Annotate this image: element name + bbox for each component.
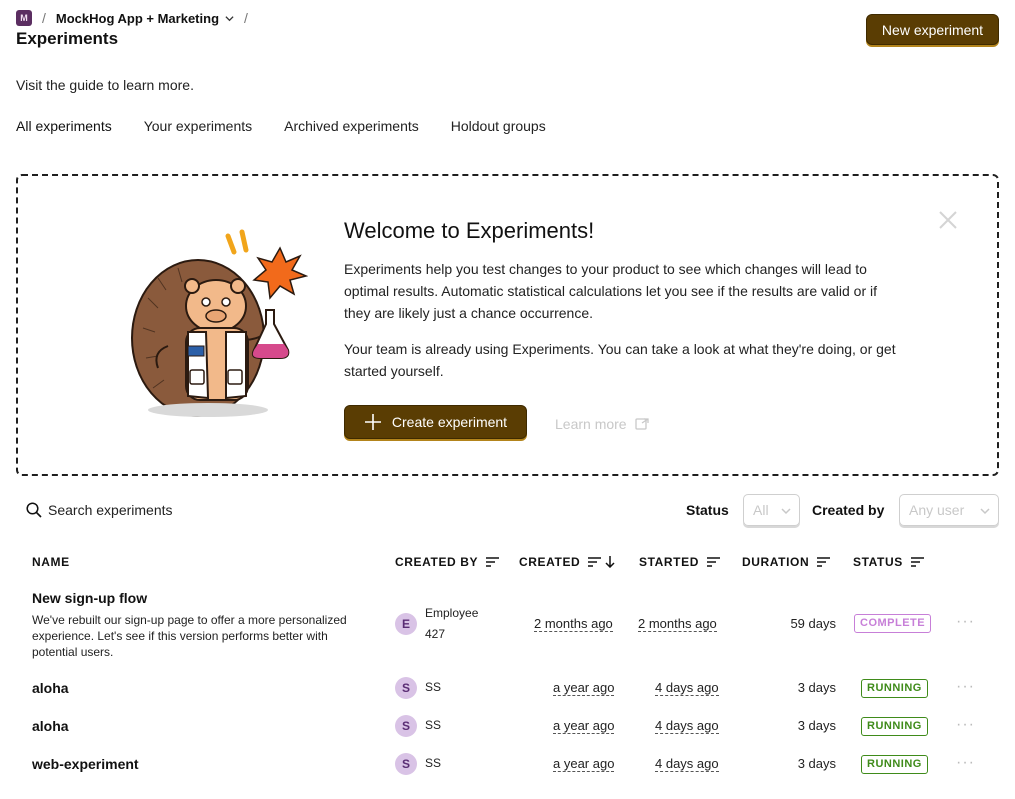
- chevron-down-icon: [980, 508, 990, 515]
- search-input[interactable]: [48, 498, 348, 522]
- table-header: NAME CREATED BY CREATED STARTED DURATION…: [0, 555, 1015, 569]
- welcome-card: Welcome to Experiments! Experiments help…: [16, 174, 999, 476]
- learn-more-link[interactable]: Learn more: [555, 416, 649, 432]
- started-header-label: STARTED: [639, 555, 699, 569]
- more-actions-button[interactable]: ···: [956, 754, 975, 772]
- tab-all-experiments[interactable]: All experiments: [16, 118, 112, 134]
- create-experiment-label: Create experiment: [391, 414, 508, 430]
- column-header-status[interactable]: STATUS: [853, 555, 924, 569]
- created-by-select-value: Any user: [909, 502, 965, 518]
- arrow-down-icon: [605, 556, 615, 568]
- created-date[interactable]: a year ago: [553, 719, 615, 734]
- chevron-down-icon: [781, 508, 791, 515]
- breadcrumb: M / MockHog App + Marketing /: [16, 9, 258, 27]
- project-avatar: M: [16, 10, 32, 26]
- welcome-description: Experiments help you test changes to you…: [344, 261, 878, 321]
- chevron-down-icon: [225, 15, 234, 21]
- project-name: MockHog App + Marketing: [55, 10, 220, 26]
- status-badge: COMPLETE: [854, 614, 932, 633]
- more-actions-button[interactable]: ···: [956, 678, 975, 696]
- experiment-name-link[interactable]: New sign-up flow: [32, 590, 147, 606]
- sort-icon: [910, 557, 924, 567]
- tab-archived-experiments[interactable]: Archived experiments: [284, 118, 419, 134]
- status-badge: RUNNING: [861, 717, 928, 736]
- filter-bar: Status All Created by Any user: [16, 494, 999, 526]
- status-badge: RUNNING: [861, 755, 928, 774]
- sort-icon: [588, 557, 602, 567]
- more-actions-button[interactable]: ···: [956, 613, 975, 631]
- started-date[interactable]: 4 days ago: [655, 719, 719, 734]
- created-by-select[interactable]: Any user: [899, 494, 999, 526]
- welcome-team-note: Your team is already using Experiments. …: [344, 341, 896, 379]
- status-select-value: All: [753, 502, 769, 518]
- status-header-label: STATUS: [853, 555, 903, 569]
- started-date[interactable]: 2 months ago: [638, 617, 717, 632]
- search-icon: [26, 502, 42, 518]
- create-experiment-button[interactable]: Create experiment: [344, 405, 527, 439]
- learn-more-label: Learn more: [555, 416, 627, 432]
- status-select[interactable]: All: [743, 494, 800, 526]
- plus-icon: [364, 414, 381, 430]
- tab-your-experiments[interactable]: Your experiments: [144, 118, 252, 134]
- created-by-filter-label: Created by: [812, 502, 885, 518]
- duration-value: 3 days: [797, 680, 836, 695]
- sort-icon: [706, 557, 720, 567]
- experiment-name-link[interactable]: web-experiment: [32, 756, 139, 772]
- avatar: E: [395, 613, 417, 635]
- duration-header-label: DURATION: [742, 555, 810, 569]
- duration-value: 3 days: [797, 756, 836, 771]
- avatar: S: [395, 715, 417, 737]
- created-by-header-label: CREATED BY: [395, 555, 479, 569]
- close-icon[interactable]: [938, 210, 958, 230]
- breadcrumb-separator: /: [42, 10, 46, 26]
- page-title: Experiments: [16, 29, 119, 48]
- duration-value: 3 days: [797, 718, 836, 733]
- duration-value: 59 days: [790, 616, 836, 631]
- guide-text[interactable]: Visit the guide to learn more.: [16, 77, 194, 93]
- started-date[interactable]: 4 days ago: [655, 681, 719, 696]
- status-filter-label: Status: [686, 502, 729, 518]
- created-header-label: CREATED: [519, 555, 581, 569]
- column-header-created[interactable]: CREATED: [519, 555, 615, 569]
- breadcrumb-separator: /: [244, 10, 248, 26]
- experiment-name-link[interactable]: aloha: [32, 718, 69, 734]
- external-link-icon: [634, 418, 649, 430]
- started-date[interactable]: 4 days ago: [655, 757, 719, 772]
- avatar: S: [395, 753, 417, 775]
- sort-icon: [817, 557, 831, 567]
- creator-name: SS: [425, 718, 442, 732]
- creator-name: SS: [425, 756, 442, 770]
- tab-holdout-groups[interactable]: Holdout groups: [451, 118, 546, 134]
- experiment-name-link[interactable]: aloha: [32, 680, 69, 696]
- creator-name: SS: [425, 680, 442, 694]
- created-date[interactable]: a year ago: [553, 681, 615, 696]
- welcome-title: Welcome to Experiments!: [344, 218, 595, 243]
- avatar: S: [395, 677, 417, 699]
- sort-icon: [486, 557, 500, 567]
- project-switcher[interactable]: MockHog App + Marketing: [56, 11, 234, 26]
- creator-name: Employee 427: [425, 606, 479, 641]
- more-actions-button[interactable]: ···: [956, 716, 975, 734]
- created-date[interactable]: 2 months ago: [534, 617, 613, 632]
- column-header-started[interactable]: STARTED: [639, 555, 720, 569]
- tabs: All experiments Your experiments Archive…: [16, 118, 578, 134]
- created-date[interactable]: a year ago: [553, 757, 615, 772]
- status-badge: RUNNING: [861, 679, 928, 698]
- column-header-created-by[interactable]: CREATED BY: [395, 555, 500, 569]
- column-header-duration[interactable]: DURATION: [742, 555, 831, 569]
- experiment-description: We've rebuilt our sign-up page to offer …: [32, 613, 347, 659]
- hedgehog-mascot-illustration: [131, 229, 308, 417]
- new-experiment-button[interactable]: New experiment: [866, 14, 999, 45]
- column-header-name: NAME: [32, 555, 70, 569]
